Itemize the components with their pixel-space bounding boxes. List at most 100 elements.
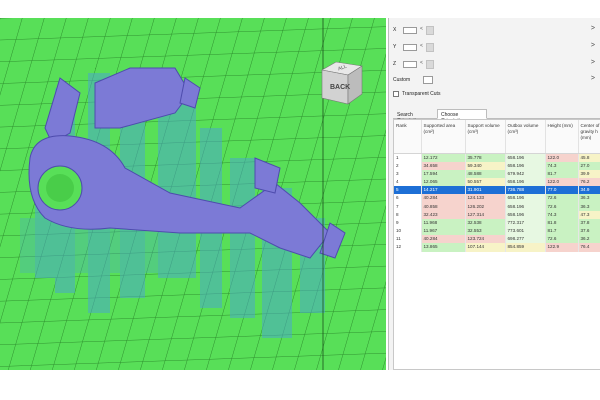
custom-label: Custom [393, 77, 411, 83]
3d-viewport[interactable]: BACK ALL [0, 18, 386, 370]
rotation-x-slider[interactable] [426, 26, 434, 35]
rotation-z-input[interactable] [403, 61, 417, 68]
transparent-cuts-label: Transparent Cuts [402, 91, 441, 97]
cell-outbox: 658.196 [505, 153, 546, 162]
cell-cog: 47.3 [578, 210, 600, 219]
cell-area: 32.423 [421, 210, 466, 219]
table-row[interactable]: 1 12.172 35.778 658.196 122.0 45.8 [394, 153, 600, 162]
cell-cog: 36.3 [578, 202, 600, 211]
chevron-right-icon[interactable]: > [591, 75, 595, 82]
table-row[interactable]: 6 40.284 124.133 658.196 72.6 36.3 [394, 194, 600, 203]
cell-rank: 2 [394, 161, 422, 170]
cell-outbox: 658.196 [505, 161, 546, 170]
cell-outbox: 854.859 [505, 243, 546, 252]
table-row[interactable]: 8 32.423 127.314 658.196 74.3 47.3 [394, 210, 600, 219]
table-row[interactable]: 2 34.658 59.340 658.196 74.3 27.0 [394, 161, 600, 170]
cell-height: 122.0 [545, 153, 579, 162]
rotation-z-separator: < [420, 60, 423, 66]
table-row[interactable]: 10 11.967 32.553 773.601 81.7 37.6 [394, 227, 600, 236]
header-rank[interactable]: Rank [394, 120, 422, 154]
cell-outbox: 698.277 [505, 235, 546, 244]
cell-cog: 37.8 [578, 218, 600, 227]
view-cube-face-label[interactable]: BACK [330, 84, 350, 91]
table-row[interactable]: 9 11.968 32.538 772.317 81.8 37.8 [394, 218, 600, 227]
cell-height: 81.7 [545, 227, 579, 236]
header-support-volume[interactable]: Support volume (cm³) [465, 120, 506, 154]
custom-input[interactable] [423, 76, 433, 84]
cell-rank: 4 [394, 177, 422, 187]
table-row[interactable]: 3 17.594 48.588 679.942 81.7 39.9 [394, 169, 600, 178]
cell-height: 74.3 [545, 161, 579, 170]
cell-cog: 39.9 [578, 169, 600, 178]
orientation-panel: X < > Y < > Z < > Custom > Transparent C… [388, 18, 600, 370]
cell-area: 17.594 [421, 169, 466, 178]
cell-height: 122.9 [545, 243, 579, 252]
table-row[interactable]: 4 12.065 50.557 658.196 122.0 76.2 [394, 177, 600, 187]
cell-support: 124.133 [465, 194, 506, 203]
cell-area: 11.967 [421, 227, 466, 236]
cell-support: 31.901 [465, 186, 506, 195]
scene-canvas[interactable] [0, 18, 386, 370]
table-header-row: Rank Supported area (cm²) Support volume… [394, 120, 600, 154]
tab-choose-orientation[interactable]: Choose Orientation [437, 109, 487, 124]
cell-support: 107.144 [465, 243, 506, 252]
cell-rank: 9 [394, 218, 422, 227]
cell-cog: 36.3 [578, 194, 600, 203]
rotation-z-slider[interactable] [426, 60, 434, 69]
table-row-selected[interactable]: 5 14.217 31.901 736.788 77.0 34.9 [394, 186, 600, 195]
rotation-y-input[interactable] [403, 44, 417, 51]
cell-cog: 76.2 [578, 177, 600, 187]
cell-cog: 45.8 [578, 153, 600, 162]
cell-area: 11.968 [421, 218, 466, 227]
cell-height: 81.8 [545, 218, 579, 227]
cell-support: 50.557 [465, 177, 506, 187]
cell-support: 35.778 [465, 153, 506, 162]
app-window: BACK ALL X < > Y < > Z < > Custom > Tran… [0, 0, 600, 400]
cell-rank: 1 [394, 153, 422, 162]
header-outbox-volume[interactable]: Outbox volume (cm³) [505, 120, 546, 154]
cell-support: 48.588 [465, 169, 506, 178]
chevron-right-icon[interactable]: > [591, 42, 595, 49]
cell-outbox: 658.196 [505, 202, 546, 211]
cell-area: 40.858 [421, 202, 466, 211]
header-height[interactable]: Height (mm) [545, 120, 579, 154]
cell-area: 40.284 [421, 235, 466, 244]
orientation-tabs: Search Orientations Choose Orientation [393, 108, 600, 124]
cell-height: 74.3 [545, 210, 579, 219]
cell-rank: 8 [394, 210, 422, 219]
rotation-y-row: Y < > [393, 42, 600, 54]
cell-cog: 27.0 [578, 161, 600, 170]
custom-row: Custom > [393, 75, 600, 87]
cell-support: 123.724 [465, 235, 506, 244]
rotation-y-slider[interactable] [426, 43, 434, 52]
cell-outbox: 773.601 [505, 227, 546, 236]
cell-area: 13.865 [421, 243, 466, 252]
transparent-cuts-checkbox[interactable] [393, 91, 399, 97]
rotation-y-label: Y [393, 44, 397, 50]
cell-height: 72.6 [545, 194, 579, 203]
cell-height: 77.0 [545, 186, 579, 195]
chevron-right-icon[interactable]: > [591, 59, 595, 66]
cell-outbox: 658.196 [505, 177, 546, 187]
cell-height: 72.6 [545, 202, 579, 211]
table-row[interactable]: 7 40.858 126.202 658.196 72.6 36.3 [394, 202, 600, 211]
header-supported-area[interactable]: Supported area (cm²) [421, 120, 466, 154]
tab-search-orientations[interactable]: Search Orientations [393, 109, 437, 124]
cell-height: 72.6 [545, 235, 579, 244]
cell-support: 126.202 [465, 202, 506, 211]
cell-area: 14.217 [421, 186, 466, 195]
cell-height: 122.0 [545, 177, 579, 187]
cell-support: 32.538 [465, 218, 506, 227]
rotation-x-input[interactable] [403, 27, 417, 34]
table-row[interactable]: 12 13.865 107.144 854.859 122.9 76.4 [394, 243, 600, 252]
transparent-cuts-toggle[interactable]: Transparent Cuts [393, 90, 600, 100]
cell-rank: 10 [394, 227, 422, 236]
table-row[interactable]: 11 40.284 123.724 698.277 72.6 36.2 [394, 235, 600, 244]
cell-area: 40.284 [421, 194, 466, 203]
header-center-of-gravity[interactable]: Center of gravity h (mm) [578, 120, 600, 154]
cell-support: 59.340 [465, 161, 506, 170]
cell-cog: 36.2 [578, 235, 600, 244]
cell-outbox: 679.942 [505, 169, 546, 178]
cell-rank: 3 [394, 169, 422, 178]
chevron-right-icon[interactable]: > [591, 25, 595, 32]
